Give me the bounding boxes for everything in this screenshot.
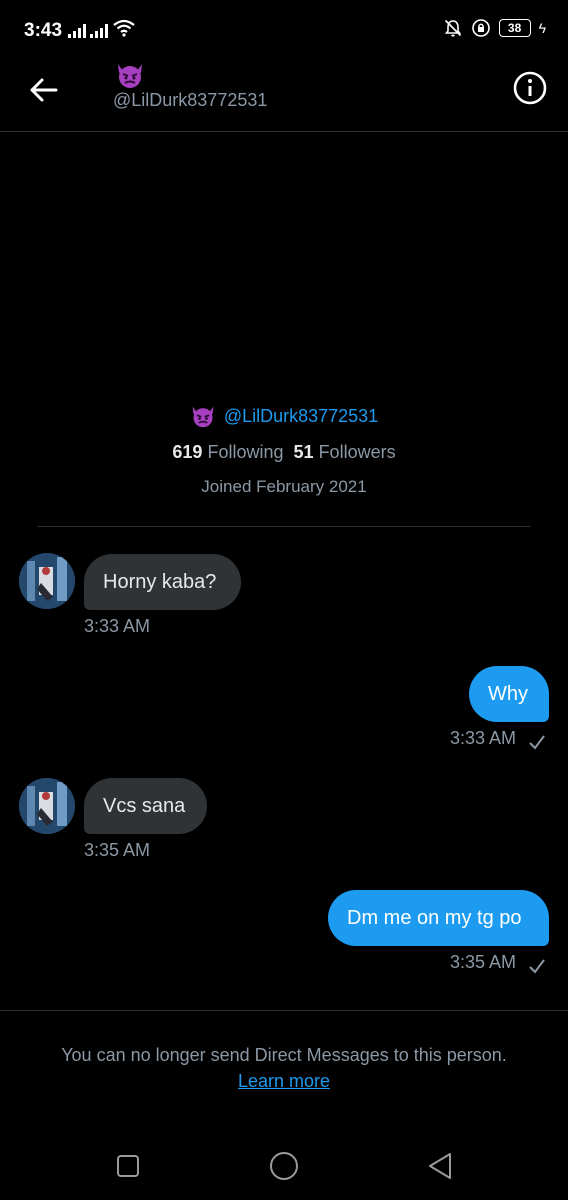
avatar[interactable] <box>19 778 75 834</box>
message-text: Dm me on my tg po <box>347 906 522 929</box>
devil-emoji-icon <box>192 406 214 428</box>
message-timestamp: 3:35 AM <box>450 952 517 972</box>
circle-nav-icon[interactable] <box>264 1146 304 1186</box>
notice-text: You can no longer send Direct Messages t… <box>61 1045 507 1065</box>
wifi-icon <box>113 19 135 37</box>
following-label: Following <box>207 442 284 462</box>
square-nav-icon[interactable] <box>108 1146 148 1186</box>
message-timestamp: 3:33 AM <box>84 616 151 636</box>
avatar[interactable] <box>19 553 75 609</box>
back-arrow-icon[interactable] <box>26 72 62 108</box>
battery-level: 38 <box>507 21 522 35</box>
status-bar: 3:43 38 ϟ <box>0 0 568 62</box>
joined-date: Joined February 2021 <box>201 477 367 496</box>
message-text: Horny kaba? <box>103 570 217 593</box>
message-bubble-outgoing[interactable]: Why <box>469 666 549 722</box>
profile-summary: @LilDurk83772531 619 Following 51 Follow… <box>0 400 568 497</box>
charging-icon: ϟ <box>538 20 546 36</box>
header-handle[interactable]: @LilDurk83772531 <box>113 90 267 111</box>
status-time: 3:43 <box>24 20 63 41</box>
profile-name-line[interactable]: @LilDurk83772531 <box>0 400 568 432</box>
follow-stats: 619 Following 51 Followers <box>0 442 568 470</box>
dm-disabled-notice: You can no longer send Direct Messages t… <box>0 1042 568 1094</box>
system-nav-bar <box>0 1120 568 1200</box>
triangle-back-nav-icon[interactable] <box>420 1146 460 1186</box>
conversation-header: @LilDurk83772531 <box>0 62 568 132</box>
followers-label: Followers <box>318 442 396 462</box>
message-bubble-incoming[interactable]: Vcs sana <box>84 778 207 834</box>
mute-bell-icon <box>444 19 461 37</box>
battery-icon: 38 <box>498 19 531 37</box>
message-timestamp: 3:33 AM <box>450 728 517 748</box>
read-check-icon <box>529 959 545 974</box>
message-timestamp: 3:35 AM <box>84 840 151 860</box>
followers-count: 51 <box>293 442 314 462</box>
message-bubble-outgoing[interactable]: Dm me on my tg po <box>328 890 549 946</box>
divider <box>0 1010 568 1011</box>
learn-more-link[interactable]: Learn more <box>238 1071 330 1091</box>
read-check-icon <box>529 735 545 750</box>
divider <box>38 526 530 527</box>
signal-icon <box>68 22 86 38</box>
signal-icon-2 <box>90 22 108 38</box>
message-bubble-incoming[interactable]: Horny kaba? <box>84 554 241 610</box>
message-text: Vcs sana <box>103 794 186 817</box>
devil-emoji-icon <box>118 64 142 88</box>
following-count: 619 <box>172 442 203 462</box>
info-icon[interactable] <box>512 70 548 106</box>
message-text: Why <box>488 682 528 705</box>
profile-handle[interactable]: @LilDurk83772531 <box>224 406 378 427</box>
lock-rotation-icon <box>471 19 490 37</box>
